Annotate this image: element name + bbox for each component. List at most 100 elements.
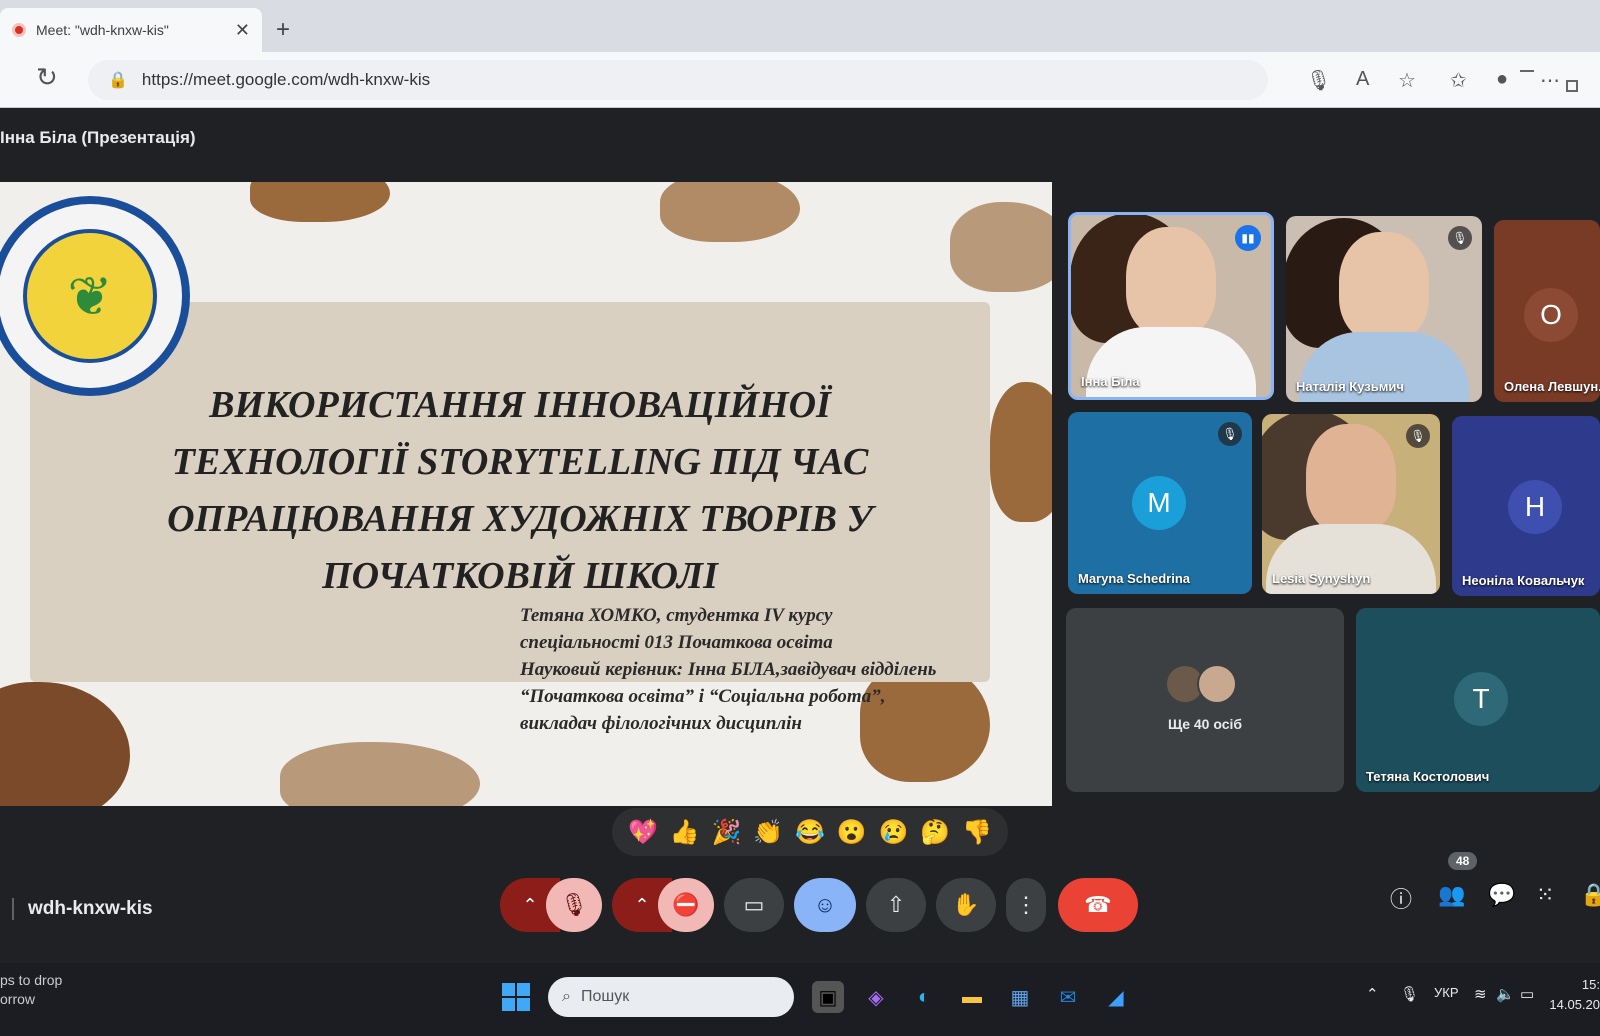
reload-icon[interactable]: ↻ — [36, 62, 58, 93]
host-controls-icon[interactable]: 🔒 — [1580, 882, 1600, 908]
participant-tile[interactable]: 🎙 Lesia Synyshyn — [1262, 414, 1440, 594]
tray-microphone-icon[interactable]: 🎙 — [1400, 985, 1419, 1003]
present-screen-button[interactable]: ⇧ — [866, 878, 926, 932]
more-menu-icon[interactable]: ⋯ — [1540, 68, 1560, 93]
microphone-icon[interactable]: 🎙 — [1306, 68, 1331, 93]
search-placeholder: Пошук — [580, 988, 630, 1005]
participant-video — [1071, 215, 1256, 397]
reaction-thumbs-down-button[interactable]: 👎 — [962, 818, 992, 847]
reaction-thinking-button[interactable]: 🤔 — [920, 818, 950, 847]
slide-author-line: “Початкова освіта” і “Соціальна робота”, — [520, 686, 886, 707]
hand-icon: ✋ — [952, 892, 980, 917]
wifi-icon[interactable]: ≋ — [1474, 985, 1487, 1003]
copilot-icon[interactable]: ◈ — [860, 981, 892, 1013]
more-participants-label: Ще 40 осіб — [1167, 716, 1243, 732]
leave-call-button[interactable]: ☎ — [1058, 878, 1138, 932]
slide-decoration — [280, 742, 480, 806]
slide-author-block: Тетяна ХОМКО, студентка IV курсу спеціал… — [520, 602, 1040, 737]
browser-tab[interactable]: Meet: "wdh-knxw-kis" ✕ — [0, 8, 262, 52]
slide-author-line: спеціальності 013 Початкова освіта — [520, 632, 833, 653]
favorites-icon[interactable]: ✩ — [1450, 68, 1467, 93]
language-indicator[interactable]: УКР — [1434, 985, 1459, 1000]
volume-icon[interactable]: 🔈 — [1496, 985, 1515, 1003]
presenter-label: Інна Біла (Презентація) — [0, 128, 196, 147]
activities-grid-icon[interactable]: ⁙ — [1536, 882, 1554, 908]
participant-tile[interactable]: 🎙 Наталія Кузьмич — [1286, 216, 1482, 402]
participant-avatar: Т — [1454, 672, 1508, 726]
slide-author-line: Тетяна ХОМКО, студентка IV курсу — [520, 605, 833, 626]
participant-avatar: M — [1132, 476, 1186, 530]
participant-tile[interactable]: ▮▮ Інна Біла — [1068, 212, 1274, 400]
minimize-icon[interactable] — [1520, 70, 1534, 72]
participant-video — [1286, 218, 1469, 402]
people-icon[interactable]: 👥 — [1438, 882, 1465, 908]
participant-tile[interactable]: Т Тетяна Костолович — [1356, 608, 1600, 792]
taskbar-search-input[interactable]: ⌕ Пошук — [548, 977, 794, 1017]
reaction-thumbs-up-button[interactable]: 👍 — [670, 818, 700, 847]
read-aloud-icon[interactable]: A — [1356, 68, 1369, 91]
mic-off-icon: 🎙 — [560, 892, 588, 917]
reaction-surprised-button[interactable]: 😮 — [837, 818, 867, 847]
chevron-up-icon: ⌃ — [634, 894, 650, 915]
hangup-icon: ☎ — [1084, 892, 1112, 917]
file-explorer-icon[interactable]: ▬ — [956, 981, 988, 1013]
browser-toolbar: ↻ 🔒 https://meet.google.com/wdh-knxw-kis… — [0, 52, 1600, 108]
reaction-heart-button[interactable]: 💖 — [628, 818, 658, 847]
participant-video — [1262, 414, 1436, 594]
url-text: https://meet.google.com/wdh-knxw-kis — [141, 70, 431, 89]
chevron-up-icon: ⌃ — [522, 894, 538, 915]
seal-emblem-icon: ❦ — [23, 229, 157, 363]
camera-toggle-button[interactable]: ⛔ — [658, 878, 714, 932]
windows-start-icon[interactable] — [502, 983, 530, 1011]
more-options-button[interactable]: ⋮ — [1006, 878, 1046, 932]
app-icon[interactable]: ◢ — [1100, 981, 1132, 1013]
speaking-indicator-icon: ▮▮ — [1235, 225, 1261, 251]
weather-widget[interactable]: ps to drop orrow — [0, 971, 62, 1009]
chat-icon[interactable]: 💬 — [1488, 882, 1515, 908]
maximize-icon[interactable] — [1566, 80, 1578, 92]
participant-tile[interactable]: M 🎙 Maryna Schedrina — [1068, 412, 1252, 594]
participant-tile[interactable]: О Олена Левшун... — [1494, 220, 1600, 402]
address-bar[interactable]: 🔒 https://meet.google.com/wdh-knxw-kis — [88, 60, 1268, 100]
favorite-star-icon[interactable]: ☆ — [1398, 68, 1416, 93]
participant-name: Maryna Schedrina — [1078, 571, 1190, 586]
emoji-icon: ☺ — [813, 892, 837, 917]
new-tab-button[interactable]: + — [276, 16, 290, 44]
reactions-button[interactable]: ☺ — [794, 878, 856, 932]
slide-author-line: викладач філологічних дисциплін — [520, 713, 802, 734]
store-icon[interactable]: ▦ — [1004, 981, 1036, 1013]
raise-hand-button[interactable]: ✋ — [936, 878, 996, 932]
reaction-sad-button[interactable]: 😢 — [879, 818, 909, 847]
task-view-icon[interactable]: ▣ — [812, 981, 844, 1013]
slide-decoration — [990, 382, 1052, 522]
more-participants-tile[interactable]: Ще 40 осіб — [1066, 608, 1344, 792]
widget-line: orrow — [0, 991, 36, 1007]
clock-time: 15: — [1581, 977, 1600, 992]
mic-toggle-button[interactable]: 🎙 — [546, 878, 602, 932]
presentation-slide: ❦ ВИКОРИСТАННЯ ІННОВАЦІЙНОЇ ТЕХНОЛОГІЇ S… — [0, 182, 1052, 806]
participant-name: Неоніла Ковальчук — [1462, 573, 1585, 588]
reactions-bar: 💖 👍 🎉 👏 😂 😮 😢 🤔 👎 — [612, 808, 1008, 856]
reaction-party-button[interactable]: 🎉 — [711, 818, 741, 847]
participant-name: Олена Левшун... — [1504, 379, 1600, 394]
profile-avatar-icon[interactable]: ● — [1496, 68, 1508, 91]
slide-decoration — [250, 182, 390, 222]
meeting-info-icon[interactable]: ⓘ — [1390, 882, 1412, 914]
tray-chevron-up-icon[interactable]: ⌃ — [1366, 985, 1379, 1003]
search-icon: ⌕ — [562, 988, 571, 1005]
people-count-badge: 48 — [1448, 852, 1478, 870]
edge-browser-icon[interactable]: ◐ — [908, 981, 940, 1013]
tab-title: Meet: "wdh-knxw-kis" — [36, 22, 169, 38]
participant-tile[interactable]: Н Неоніла Ковальчук — [1452, 416, 1600, 596]
reaction-laugh-button[interactable]: 😂 — [795, 818, 825, 847]
close-tab-icon[interactable]: ✕ — [235, 20, 250, 41]
lock-icon: 🔒 — [108, 72, 128, 89]
battery-icon[interactable]: ▭ — [1520, 985, 1534, 1003]
participant-avatar-stack — [1165, 664, 1237, 704]
camera-off-icon: ⛔ — [672, 892, 700, 917]
meeting-code: wdh-knxw-kis — [12, 898, 153, 920]
captions-button[interactable]: ▭ — [724, 878, 784, 932]
reaction-clap-button[interactable]: 👏 — [753, 818, 783, 847]
outlook-icon[interactable]: ✉ — [1052, 981, 1084, 1013]
taskbar-clock[interactable]: 15: 14.05.20 — [1540, 975, 1600, 1015]
